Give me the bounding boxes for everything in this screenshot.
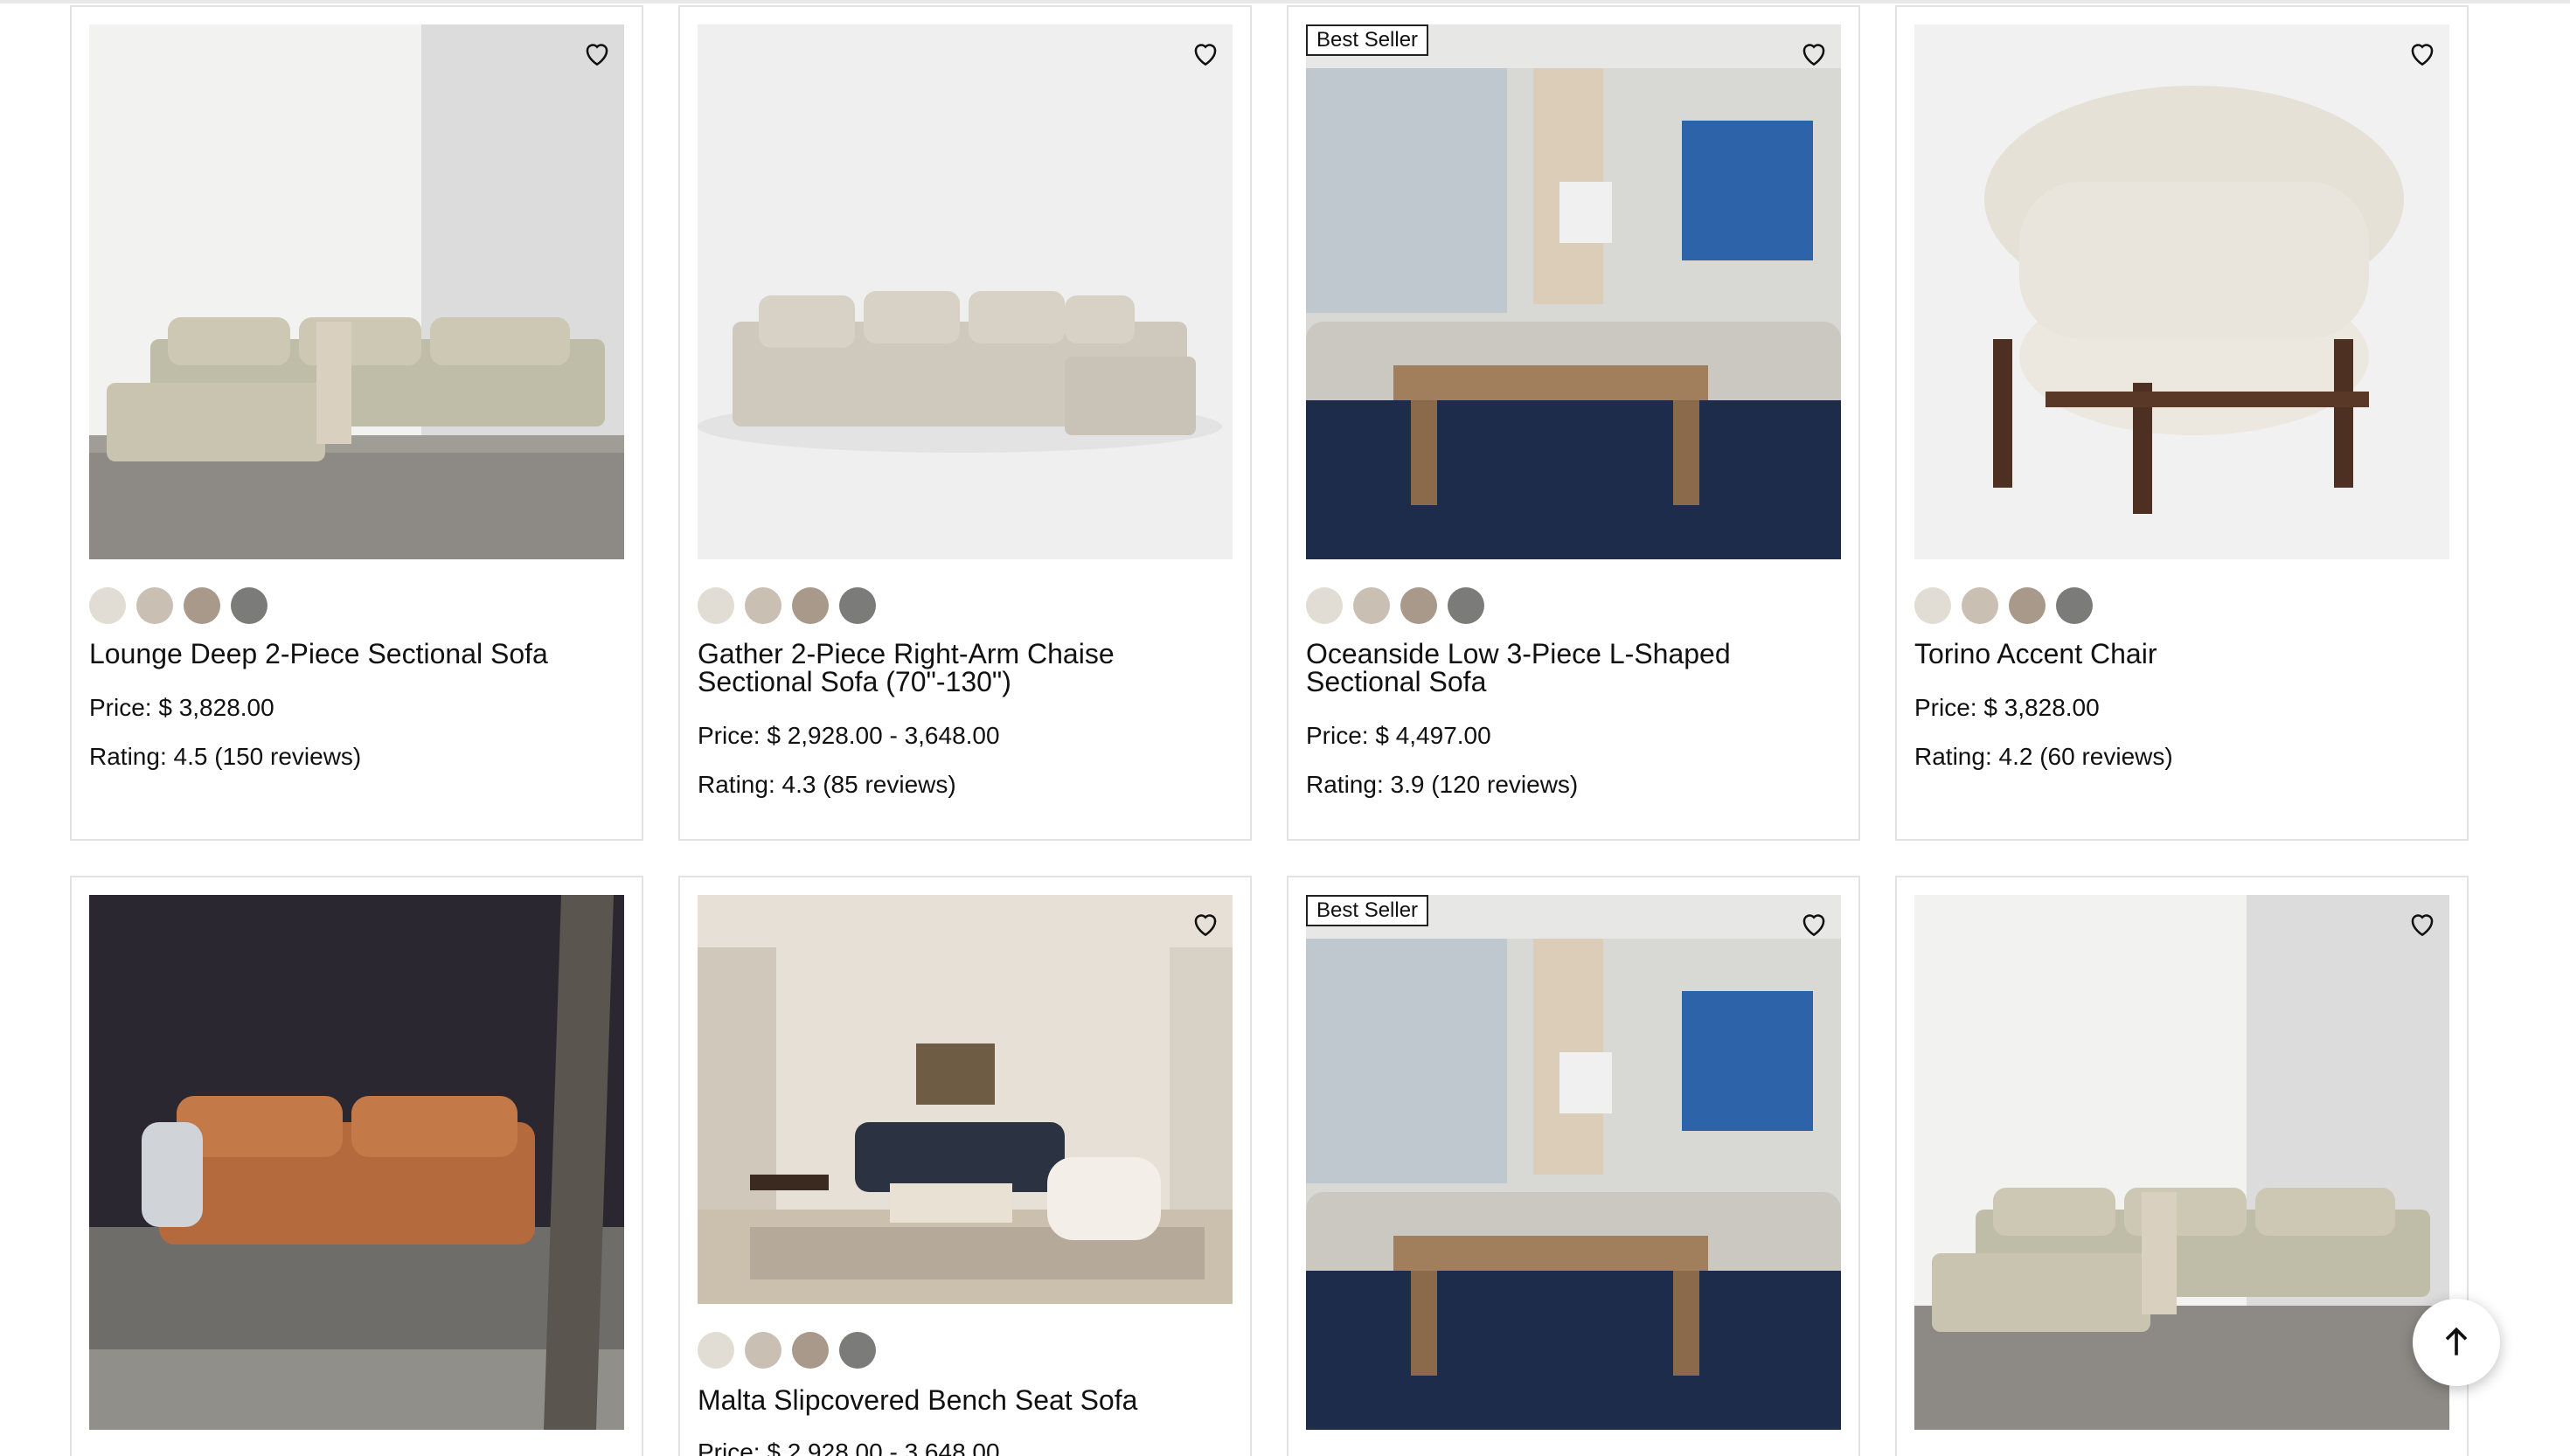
- color-swatch[interactable]: [698, 587, 734, 624]
- product-price: Price: $ 4,497.00: [1306, 722, 1491, 749]
- product-card[interactable]: Malta Slipcovered Bench Seat Sofa Price:…: [678, 876, 1252, 1456]
- best-seller-badge: Best Seller: [1306, 895, 1429, 926]
- favorite-heart-icon[interactable]: [1794, 904, 1834, 944]
- color-swatch[interactable]: [839, 1332, 876, 1369]
- back-to-top-button[interactable]: [2413, 1299, 2500, 1386]
- product-image[interactable]: [89, 895, 624, 1430]
- color-swatch[interactable]: [1400, 587, 1437, 624]
- color-swatch[interactable]: [839, 587, 876, 624]
- color-swatch[interactable]: [1353, 587, 1390, 624]
- product-image[interactable]: [1306, 24, 1841, 559]
- product-image[interactable]: [1914, 895, 2449, 1430]
- color-swatch[interactable]: [184, 587, 220, 624]
- color-swatch[interactable]: [89, 587, 126, 624]
- color-swatch[interactable]: [745, 1332, 781, 1369]
- color-swatch[interactable]: [231, 587, 267, 624]
- product-price: Price: $ 2,928.00 - 3,648.00: [698, 722, 1000, 749]
- product-grid-page: Lounge Deep 2-Piece Sectional Sofa Price…: [0, 0, 2570, 1456]
- color-swatch[interactable]: [698, 1332, 734, 1369]
- color-swatch[interactable]: [1962, 587, 1998, 624]
- product-card[interactable]: Lounge Deep 2-Piece Sectional Sofa Price…: [70, 5, 643, 841]
- color-swatches: [89, 587, 267, 624]
- favorite-heart-icon[interactable]: [2402, 904, 2442, 944]
- favorite-heart-icon[interactable]: [577, 33, 617, 73]
- product-image[interactable]: [89, 24, 624, 559]
- color-swatch[interactable]: [136, 587, 173, 624]
- color-swatches: [698, 587, 876, 624]
- product-title[interactable]: Gather 2-Piece Right-Arm Chaise Sectiona…: [698, 640, 1222, 696]
- product-rating: Rating: 3.9 (120 reviews): [1306, 771, 1579, 798]
- product-title[interactable]: Malta Slipcovered Bench Seat Sofa: [698, 1386, 1222, 1414]
- product-image[interactable]: [698, 24, 1233, 559]
- product-title[interactable]: Torino Accent Chair: [1914, 640, 2439, 668]
- color-swatches: [698, 1332, 876, 1369]
- product-card[interactable]: Gather 2-Piece Right-Arm Chaise Sectiona…: [678, 5, 1252, 841]
- color-swatch[interactable]: [2056, 587, 2093, 624]
- product-image[interactable]: [698, 895, 1233, 1304]
- product-image[interactable]: [1914, 24, 2449, 559]
- color-swatch[interactable]: [1914, 587, 1951, 624]
- product-card[interactable]: Best Seller: [1287, 876, 1860, 1456]
- product-image[interactable]: [1306, 895, 1841, 1430]
- product-rating: Rating: 4.2 (60 reviews): [1914, 743, 2173, 770]
- color-swatch[interactable]: [2009, 587, 2046, 624]
- product-card[interactable]: [70, 876, 643, 1456]
- product-rating: Rating: 4.3 (85 reviews): [698, 771, 956, 798]
- product-price: Price: $ 2,928.00 - 3,648.00: [698, 1439, 1000, 1456]
- product-card[interactable]: [1895, 876, 2469, 1456]
- product-price: Price: $ 3,828.00: [1914, 694, 2100, 721]
- favorite-heart-icon[interactable]: [1794, 33, 1834, 73]
- arrow-up-icon: [2445, 1327, 2468, 1355]
- product-title[interactable]: Oceanside Low 3-Piece L-Shaped Sectional…: [1306, 640, 1830, 696]
- favorite-heart-icon[interactable]: [1185, 904, 1226, 944]
- color-swatch[interactable]: [792, 1332, 829, 1369]
- product-card[interactable]: Best Seller Oceanside Low 3-Piece L-Shap…: [1287, 5, 1860, 841]
- color-swatches: [1306, 587, 1484, 624]
- product-card[interactable]: Torino Accent Chair Price: $ 3,828.00 Ra…: [1895, 5, 2469, 841]
- color-swatch[interactable]: [792, 587, 829, 624]
- product-rating: Rating: 4.5 (150 reviews): [89, 743, 362, 770]
- top-divider: [0, 0, 2570, 3]
- color-swatch[interactable]: [745, 587, 781, 624]
- favorite-heart-icon[interactable]: [2402, 33, 2442, 73]
- product-title[interactable]: Lounge Deep 2-Piece Sectional Sofa: [89, 640, 614, 668]
- favorite-heart-icon[interactable]: [1185, 33, 1226, 73]
- color-swatch[interactable]: [1448, 587, 1484, 624]
- best-seller-badge: Best Seller: [1306, 24, 1429, 56]
- color-swatch[interactable]: [1306, 587, 1343, 624]
- product-price: Price: $ 3,828.00: [89, 694, 274, 721]
- color-swatches: [1914, 587, 2093, 624]
